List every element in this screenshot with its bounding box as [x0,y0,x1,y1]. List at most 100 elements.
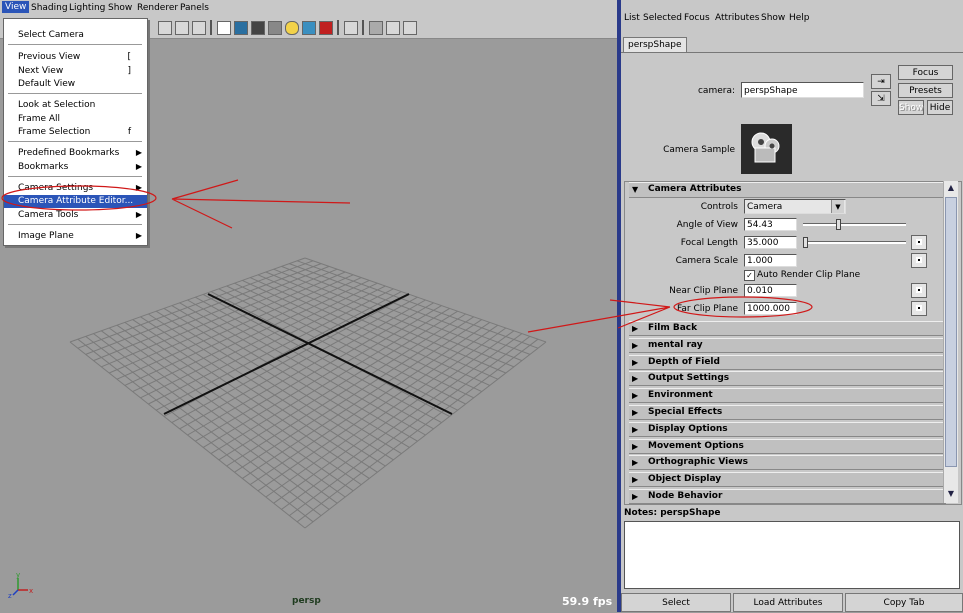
menu-lighting[interactable]: Lighting [69,3,105,13]
xray-icon[interactable] [319,21,333,35]
tab-underline [621,52,963,53]
map-texture-icon[interactable] [911,235,927,250]
focal-length-field[interactable]: 35.000 [744,236,797,249]
angle-of-view-field[interactable]: 54.43 [744,218,797,231]
grid-toggle-icon[interactable] [386,21,400,35]
menu-item-camera-attribute-editor[interactable]: Camera Attribute Editor... [4,195,147,208]
section-camera-attributes[interactable]: ▼ Camera Attributes [629,182,946,198]
menu-renderer[interactable]: Renderer [137,3,178,13]
scroll-thumb[interactable] [945,197,957,467]
grid-line [304,341,547,529]
axis-x-label: x [29,587,33,595]
far-clip-plane-field[interactable]: 1000.000 [744,302,797,315]
controls-dropdown[interactable]: Camera ▼ [744,199,846,214]
presets-button[interactable]: Presets [898,83,953,98]
menu-item-camera-tools[interactable]: Camera Tools [18,210,78,220]
expand-right-icon: ▶ [632,391,639,401]
menu-item-predefined-bookmarks[interactable]: Predefined Bookmarks [18,148,119,158]
section-title: Camera Attributes [648,184,742,194]
focal-length-slider[interactable] [803,241,906,244]
menu-item-default-view[interactable]: Default View [18,79,75,89]
section-display-options[interactable]: ▶ Display Options [629,421,946,437]
slider-handle[interactable] [803,237,808,248]
resolution-gate-icon[interactable] [192,21,206,35]
section-film-back[interactable]: ▶ Film Back [629,321,946,336]
attribute-scrollbar[interactable]: ▲ ▼ [943,181,958,503]
grid-line [108,327,346,498]
show-button[interactable]: Show [898,100,924,115]
section-title: Special Effects [648,407,723,417]
load-attributes-button[interactable]: Load Attributes [733,593,843,612]
light-bulb-icon[interactable] [285,21,299,35]
smooth-shade-icon[interactable] [234,21,248,35]
menu-show[interactable]: Show [108,3,132,13]
select-button[interactable]: Select [621,593,731,612]
menu-item-previous-view[interactable]: Previous View [18,52,80,62]
section-object-display[interactable]: ▶ Object Display [629,472,946,488]
map-texture-icon[interactable] [911,283,927,298]
chevron-down-icon: ▼ [831,200,844,213]
load-selection-icon[interactable]: ⇥ [871,74,891,89]
scroll-up-icon[interactable]: ▲ [945,182,957,194]
menu-panels[interactable]: Panels [180,3,209,13]
menu-item-camera-settings[interactable]: Camera Settings [18,183,93,193]
section-orthographic-views[interactable]: ▶ Orthographic Views [629,455,946,471]
menu-item-look-at-selection[interactable]: Look at Selection [18,100,95,110]
menu-item-image-plane[interactable]: Image Plane [18,231,74,241]
ae-menu-show[interactable]: Show [761,13,785,23]
menu-item-select-camera[interactable]: Select Camera [18,30,84,40]
textured-icon[interactable] [251,21,265,35]
camera-name-field[interactable]: perspShape [741,82,864,98]
viewport-panel[interactable]: View Shading Lighting Show Renderer Pane… [0,0,617,612]
wireframe-icon[interactable] [217,21,231,35]
near-clip-plane-field[interactable]: 0.010 [744,284,797,297]
isolate-select-icon[interactable] [344,21,358,35]
camera-icon [751,132,780,163]
map-texture-icon[interactable] [911,253,927,268]
section-depth-of-field[interactable]: ▶ Depth of Field [629,354,946,370]
section-node-behavior[interactable]: ▶ Node Behavior [629,489,946,504]
film-gate-icon[interactable] [175,21,189,35]
section-movement-options[interactable]: ▶ Movement Options [629,438,946,454]
shadows-icon[interactable] [302,21,316,35]
slider-handle[interactable] [836,219,841,230]
grid-line [85,336,322,516]
menu-item-bookmarks[interactable]: Bookmarks [18,162,68,172]
angle-of-view-slider[interactable] [803,223,906,226]
ae-menu-focus[interactable]: Focus [684,13,710,23]
section-mental-ray[interactable]: ▶ mental ray [629,337,946,353]
camera-icon[interactable] [369,21,383,35]
camera-scale-field[interactable]: 1.000 [744,254,797,267]
hide-button[interactable]: Hide [927,100,953,115]
menu-separator [8,224,142,226]
copy-tab-button[interactable]: Copy Tab [845,593,963,612]
tab-perspshape[interactable]: perspShape [623,37,687,53]
ae-menu-list[interactable]: List [624,13,640,23]
ae-menu-selected[interactable]: Selected [643,13,682,23]
toolbar-separator [362,20,364,35]
auto-render-clip-checkbox[interactable]: ✓ [744,270,755,281]
copy-selection-icon[interactable]: ⇲ [871,91,891,106]
section-special-effects[interactable]: ▶ Special Effects [629,405,946,420]
map-texture-icon[interactable] [911,301,927,316]
expand-right-icon: ▶ [632,492,639,501]
menu-view[interactable]: View [2,1,30,13]
lights-icon[interactable] [268,21,282,35]
ae-menu-help[interactable]: Help [789,13,810,23]
menu-shading[interactable]: Shading [31,3,68,13]
menu-item-frame-selection[interactable]: Frame Selection [18,127,90,137]
grid-line [101,330,338,504]
axis-gizmo-icon: y x z [8,571,33,600]
menu-item-next-view[interactable]: Next View [18,66,63,76]
grid-line [296,338,539,523]
section-environment[interactable]: ▶ Environment [629,388,946,404]
attribute-sections-panel[interactable]: ▼ Camera Attributes Controls Camera ▼ An… [624,181,962,505]
grid-icon[interactable] [158,21,172,35]
ae-menu-attributes[interactable]: Attributes [715,13,759,23]
focus-button[interactable]: Focus [898,65,953,80]
hud-icon[interactable] [403,21,417,35]
notes-textarea[interactable] [624,521,960,589]
section-output-settings[interactable]: ▶ Output Settings [629,371,946,387]
menu-item-frame-all[interactable]: Frame All [18,114,60,124]
scroll-down-icon[interactable]: ▼ [945,488,957,500]
